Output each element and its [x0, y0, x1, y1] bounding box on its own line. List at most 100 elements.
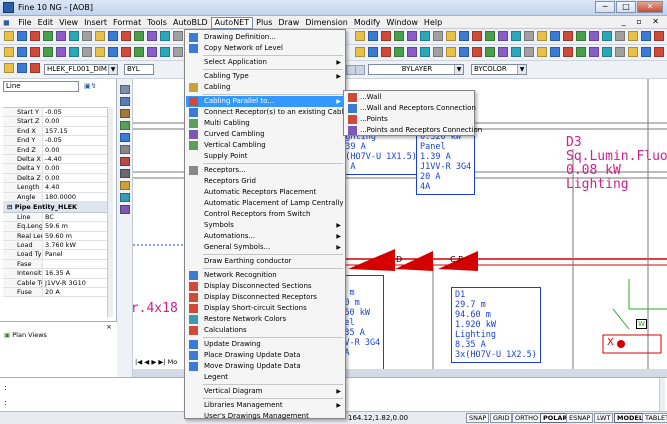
vertical-tool-icon[interactable]: [120, 133, 130, 142]
submenu-item-wall[interactable]: ...Wall: [345, 92, 473, 103]
property-row[interactable]: Cable TypeJ1VV-R 3G10: [3, 278, 107, 289]
toolbar-button-icon[interactable]: [537, 47, 547, 57]
app-menu-icon[interactable]: ◼: [0, 16, 13, 29]
close-icon[interactable]: ×: [106, 323, 112, 331]
toolbar-button-icon[interactable]: [433, 31, 443, 41]
toolbar-button-icon[interactable]: [160, 47, 170, 57]
menu-draw[interactable]: Draw: [275, 16, 302, 29]
toolbar-button-icon[interactable]: [576, 31, 586, 41]
toolbar-button-icon[interactable]: [95, 31, 105, 41]
property-value[interactable]: 4.40: [43, 183, 59, 191]
menu-help[interactable]: Help: [421, 16, 445, 29]
menu-item-cabling[interactable]: Cabling: [186, 82, 344, 93]
property-value[interactable]: 157.15: [43, 127, 68, 135]
vertical-tool-icon[interactable]: [120, 157, 130, 166]
property-row[interactable]: Delta X -4.40: [3, 154, 107, 165]
property-value[interactable]: -0.05: [43, 136, 62, 144]
vertical-tool-icon[interactable]: [120, 97, 130, 106]
toolbar-button-icon[interactable]: [17, 31, 27, 41]
toolbar-button-icon[interactable]: [394, 31, 404, 41]
menu-item-network-recognition[interactable]: Network Recognition: [186, 270, 344, 281]
command-line-2[interactable]: :: [4, 398, 7, 407]
status-toggle-tablet[interactable]: TABLET: [642, 413, 667, 423]
close-button[interactable]: ✕: [637, 1, 663, 13]
property-value[interactable]: 16.35 A: [43, 269, 70, 277]
menu-item-calculations[interactable]: Calculations: [186, 325, 344, 336]
property-row[interactable]: Fase: [3, 259, 107, 270]
toolbar-button-icon[interactable]: [459, 47, 469, 57]
toolbar-button-icon[interactable]: [368, 31, 378, 41]
menu-item-move-drawing-update-data[interactable]: Move Drawing Update Data: [186, 361, 344, 372]
property-row[interactable]: Real Length59.60 m: [3, 231, 107, 242]
property-value[interactable]: 3.760 kW: [43, 241, 76, 249]
vertical-tool-icon[interactable]: [120, 205, 130, 214]
color2-combo[interactable]: BYCOLOR ▼: [471, 64, 527, 75]
menu-window[interactable]: Window: [383, 16, 421, 29]
menu-item-cabling-parallel-to[interactable]: Cabling Parallel to... ▶: [186, 96, 344, 107]
property-row[interactable]: Load TypePanel: [3, 250, 107, 260]
property-row[interactable]: Intensity 16.35 A: [3, 269, 107, 279]
property-value[interactable]: BC: [43, 213, 54, 221]
vertical-tool-icon[interactable]: [120, 145, 130, 154]
toolbar-button-icon[interactable]: [550, 31, 560, 41]
mdi-controls[interactable]: _ ▫ ✕: [622, 17, 663, 26]
property-value[interactable]: [43, 260, 45, 268]
toolbar-button-icon[interactable]: [589, 47, 599, 57]
toolbar-button-icon[interactable]: [654, 31, 664, 41]
toolbar-button-icon[interactable]: [420, 47, 430, 57]
status-toggle-lwt[interactable]: LWT: [594, 413, 614, 423]
property-row[interactable]: End Z 0.00: [3, 145, 107, 155]
menu-autonet[interactable]: AutoNET: [210, 17, 254, 29]
toolbar-button-icon[interactable]: [589, 31, 599, 41]
property-row[interactable]: Start Z 0.00: [3, 117, 107, 127]
toolbar-button-icon[interactable]: [108, 47, 118, 57]
property-row[interactable]: End X 157.15: [3, 126, 107, 137]
toolbar-button-icon[interactable]: [394, 47, 404, 57]
property-row[interactable]: Fuse 20 A: [3, 288, 107, 298]
toolbar-button-icon[interactable]: [485, 31, 495, 41]
menu-view[interactable]: View: [56, 16, 81, 29]
menu-item-receptors[interactable]: Receptors...: [186, 165, 344, 176]
toolbar-button-icon[interactable]: [355, 47, 365, 57]
property-row[interactable]: Delta Z 0.00: [3, 173, 107, 184]
toolbar-button-icon[interactable]: [355, 65, 365, 75]
submenu-item-points-and-receptors-connection[interactable]: ...Points and Receptors Connection: [345, 125, 482, 136]
submenu-item-wall-and-receptors-connection[interactable]: ...Wall and Receptors Connection: [345, 103, 476, 114]
layer-combo[interactable]: HLEK_FL001_DIM ▼: [44, 64, 118, 75]
toolbar-button-icon[interactable]: [628, 31, 638, 41]
property-row[interactable]: Length 4.40: [3, 183, 107, 193]
property-row[interactable]: Angle 180.0000: [3, 192, 107, 202]
menu-dimension[interactable]: Dimension: [302, 16, 351, 29]
menu-item-general-symbols[interactable]: General Symbols... ▶: [186, 242, 344, 253]
toggle-icon[interactable]: ▣↯: [84, 82, 96, 90]
menu-item-update-drawing[interactable]: Update Drawing: [186, 339, 344, 350]
toolbar-button-icon[interactable]: [355, 31, 365, 41]
toolbar-button-icon[interactable]: [95, 47, 105, 57]
toolbar-button-icon[interactable]: [537, 31, 547, 41]
menu-item-curved-cambling[interactable]: Curved Cambling: [186, 129, 344, 140]
toolbar-button-icon[interactable]: [30, 31, 40, 41]
property-row[interactable]: Eq.Length59.6 m: [3, 222, 107, 232]
toolbar-button-icon[interactable]: [381, 47, 391, 57]
maximize-button[interactable]: □: [616, 1, 636, 13]
vertical-tool-icon[interactable]: [120, 193, 130, 202]
toolbar-button-icon[interactable]: [654, 47, 664, 57]
property-row[interactable]: End Y -0.05: [3, 136, 107, 146]
toolbar-button-icon[interactable]: [602, 31, 612, 41]
cable-block-d1[interactable]: D1 29.7 m 94.60 m 1.920 kW Lighting 8.35…: [451, 287, 541, 363]
toolbar-button-icon[interactable]: [407, 47, 417, 57]
menu-file[interactable]: File: [15, 16, 34, 29]
status-toggle-snap[interactable]: SNAP: [466, 413, 490, 423]
menu-item-cabling-type[interactable]: Cabling Type ▶: [186, 71, 344, 82]
toolbar-button-icon[interactable]: [446, 31, 456, 41]
menu-item-symbols[interactable]: Symbols ▶: [186, 220, 344, 231]
properties-scrollbar[interactable]: [107, 107, 113, 317]
toolbar-button-icon[interactable]: [550, 47, 560, 57]
property-value[interactable]: Panel: [43, 250, 63, 258]
property-group-header[interactable]: ⊟ Pipe Entity_HLEK: [3, 201, 107, 213]
menu-item-place-drawing-update-data[interactable]: Place Drawing Update Data: [186, 350, 344, 361]
status-toggle-ortho[interactable]: ORTHO: [512, 413, 542, 423]
toolbar-button-icon[interactable]: [641, 31, 651, 41]
toolbar-button-icon[interactable]: [30, 47, 40, 57]
toolbar-button-icon[interactable]: [17, 47, 27, 57]
